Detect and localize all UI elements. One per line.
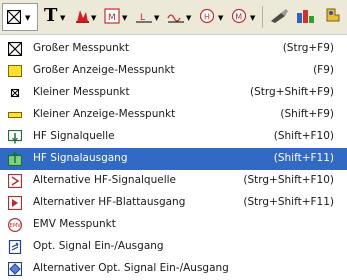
dropdown-arrow-icon[interactable]: ▼ [218, 14, 223, 22]
text-tool-button[interactable]: T ▼ [42, 4, 72, 30]
svg-text:M: M [108, 13, 116, 23]
text-icon: T [44, 5, 58, 26]
h-symbol-icon: H [199, 8, 215, 24]
menu-item-label: Kleiner Messpunkt [33, 86, 130, 98]
menu-item-emv-measure-point[interactable]: EMV EMV Messpunkt [0, 214, 347, 236]
menu-item-shortcut: (Shift+F10) [273, 130, 334, 142]
menu-item-label: Großer Anzeige-Messpunkt [33, 64, 175, 76]
chart-icon [297, 10, 314, 23]
menu-item-hf-signal-source[interactable]: HF Signalquelle (Shift+F10) [0, 126, 347, 148]
svg-text:H: H [204, 13, 210, 22]
m-symbol-icon: M [104, 8, 120, 24]
menu-item-label: Kleiner Anzeige-Messpunkt [33, 108, 176, 120]
brush-icon [271, 9, 288, 23]
h-symbol-tool-button[interactable]: H ▼ [196, 4, 226, 30]
svg-text:EMV: EMV [10, 223, 21, 229]
menu-item-small-display-measure-point[interactable]: Kleiner Anzeige-Messpunkt (Shift+F9) [0, 104, 347, 126]
svg-text:L: L [140, 13, 145, 23]
emv-measure-point-icon: EMV [8, 218, 22, 232]
menu-item-shortcut: (Strg+Shift+F11) [243, 196, 334, 208]
menu-item-label: HF Signalausgang [33, 152, 128, 164]
menu-item-label: Opt. Signal Ein-/Ausgang [33, 240, 164, 252]
insert-symbol-menu: Großer Messpunkt (Strg+F9) Großer Anzeig… [0, 34, 347, 276]
extra-tool-button[interactable] [321, 4, 345, 30]
toolbar-separator [262, 6, 263, 28]
dropdown-arrow-icon[interactable]: ▼ [25, 14, 30, 22]
dropdown-arrow-icon[interactable]: ▼ [186, 14, 191, 22]
menu-item-large-measure-point[interactable]: Großer Messpunkt (Strg+F9) [0, 38, 347, 60]
dropdown-arrow-icon[interactable]: ▼ [154, 14, 159, 22]
dropdown-arrow-icon[interactable]: ▼ [60, 14, 65, 22]
red-symbol-icon [76, 10, 89, 23]
measure-point-tool-button[interactable]: ▼ [2, 3, 38, 31]
large-display-measure-point-icon [8, 65, 22, 77]
dropdown-arrow-icon[interactable]: ▼ [122, 14, 127, 22]
menu-item-alt-hf-signal-source[interactable]: Alternative HF-Signalquelle (Strg+Shift+… [0, 170, 347, 192]
menu-item-shortcut: (Strg+Shift+F9) [250, 86, 334, 98]
menu-item-shortcut: (Strg+F9) [282, 42, 334, 54]
menu-item-shortcut: (Shift+F9) [280, 108, 334, 120]
hf-signal-source-icon [8, 130, 22, 144]
menu-item-label: Alternativer HF-Blattausgang [33, 196, 186, 208]
m-symbol-tool-button[interactable]: M ▼ [100, 4, 130, 30]
svg-text:M: M [235, 13, 242, 22]
menu-item-small-measure-point[interactable]: Kleiner Messpunkt (Strg+Shift+F9) [0, 82, 347, 104]
alt-optical-signal-io-icon [8, 262, 22, 276]
chart-tool-button[interactable] [293, 4, 319, 30]
menu-item-shortcut: (Strg+Shift+F10) [243, 174, 334, 186]
hf-signal-output-icon [8, 152, 22, 166]
menu-item-label: Alternative HF-Signalquelle [33, 174, 176, 186]
menu-item-shortcut: (Shift+F11) [273, 152, 334, 164]
small-display-measure-point-icon [8, 112, 22, 118]
red-symbol-tool-button[interactable]: ▼ [72, 4, 100, 30]
wave-symbol-tool-button[interactable]: ▼ [164, 4, 194, 30]
dropdown-arrow-icon[interactable]: ▼ [91, 14, 96, 22]
toolbar: ▼ T ▼ ▼ M ▼ L ▼ ▼ H ▼ M ▼ [0, 0, 347, 34]
alt-hf-signal-source-icon [8, 174, 22, 188]
menu-item-large-display-measure-point[interactable]: Großer Anzeige-Messpunkt (F9) [0, 60, 347, 82]
menu-item-shortcut: (F9) [313, 64, 334, 76]
menu-item-label: EMV Messpunkt [33, 218, 116, 230]
wave-symbol-icon [167, 14, 184, 23]
menu-item-hf-signal-output[interactable]: HF Signalausgang (Shift+F11) [0, 148, 347, 170]
menu-item-label: Alternativer Opt. Signal Ein-/Ausgang [33, 262, 229, 274]
small-measure-point-icon [10, 88, 20, 98]
circle-m-symbol-tool-button[interactable]: M ▼ [228, 4, 258, 30]
menu-item-label: Großer Messpunkt [33, 42, 130, 54]
menu-item-alt-optical-signal-io[interactable]: Alternativer Opt. Signal Ein-/Ausgang [0, 258, 347, 280]
alt-hf-sheet-output-icon [8, 196, 22, 210]
measure-point-icon [7, 10, 21, 24]
extra-icon [326, 8, 340, 22]
large-measure-point-icon [8, 42, 22, 56]
optical-signal-io-icon [8, 240, 22, 254]
l-symbol-icon: L [136, 13, 152, 23]
l-symbol-tool-button[interactable]: L ▼ [132, 4, 162, 30]
menu-item-label: HF Signalquelle [33, 130, 115, 142]
menu-item-optical-signal-io[interactable]: Opt. Signal Ein-/Ausgang [0, 236, 347, 258]
circle-m-symbol-icon: M [231, 8, 247, 24]
brush-tool-button[interactable] [267, 4, 291, 30]
dropdown-arrow-icon[interactable]: ▼ [250, 14, 255, 22]
menu-item-alt-hf-sheet-output[interactable]: Alternativer HF-Blattausgang (Strg+Shift… [0, 192, 347, 214]
